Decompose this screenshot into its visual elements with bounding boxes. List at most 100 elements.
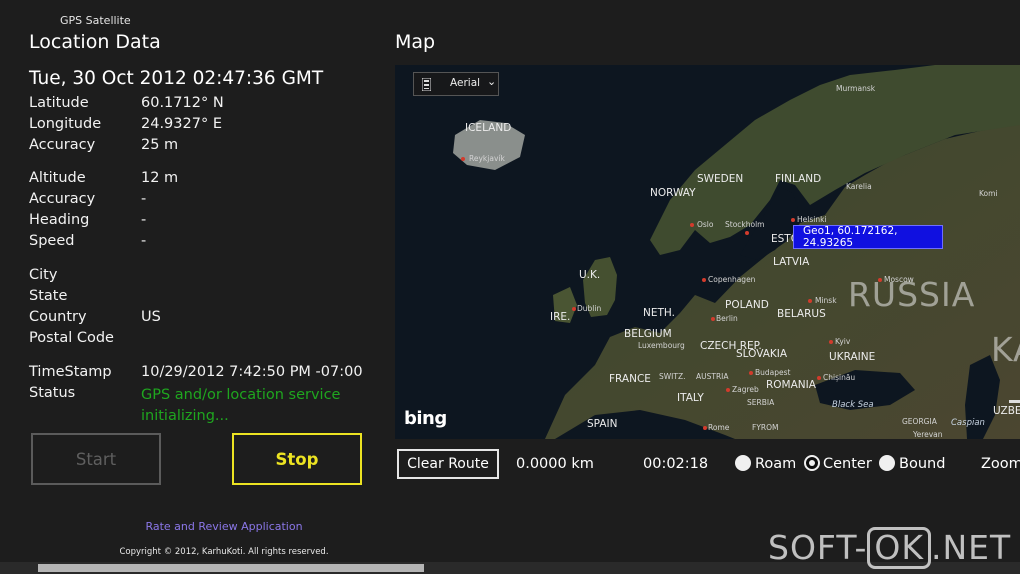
current-datetime: Tue, 30 Oct 2012 02:47:36 GMT: [29, 68, 324, 89]
map-label-ka: KA: [991, 330, 1020, 369]
map-label-belgium: BELGIUM: [624, 328, 672, 340]
copyright-text: Copyright © 2012, KarhuKoti. All rights …: [119, 547, 329, 557]
field-altitude: Altitude 12 m: [29, 170, 369, 191]
field-label: Country: [29, 309, 87, 325]
map-label-copenhagen: Copenhagen: [708, 275, 756, 284]
map-title: Map: [395, 31, 436, 53]
field-timestamp: TimeStamp 10/29/2012 7:42:50 PM -07:00: [29, 364, 369, 385]
city-marker: [749, 371, 753, 375]
field-value: US: [141, 309, 161, 325]
field-state: State: [29, 288, 369, 309]
field-value: 60.1712° N: [141, 95, 224, 111]
map-label-yerevan: Yerevan: [913, 430, 943, 439]
watermark-part: .NET: [930, 528, 1012, 567]
map-label-black-sea: Black Sea: [832, 400, 874, 410]
map-label-oslo: Oslo: [697, 220, 714, 229]
city-marker: [703, 426, 707, 430]
map-label-minsk: Minsk: [815, 296, 837, 305]
map-label-poland: POLAND: [725, 299, 769, 311]
city-marker: [726, 388, 730, 392]
map-view[interactable]: Aerial ⌄ ICELAND Reykjavík NORWAY SWEDEN…: [395, 65, 1020, 439]
watermark-part: SOFT-: [768, 528, 868, 567]
city-marker: [690, 223, 694, 227]
field-value: 24.9327° E: [141, 116, 222, 132]
map-label-budapest: Budapest: [755, 368, 791, 377]
center-label[interactable]: Center: [823, 456, 872, 472]
field-city: City: [29, 267, 369, 288]
map-label-spain: SPAIN: [587, 418, 618, 430]
map-label-norway: NORWAY: [650, 187, 696, 199]
field-altitude-accuracy: Accuracy -: [29, 191, 369, 212]
map-label-fyrom: FYROM: [752, 423, 779, 432]
field-postal-code: Postal Code: [29, 330, 369, 351]
map-label-switz: SWITZ.: [659, 372, 686, 381]
map-label-ukraine: UKRAINE: [829, 351, 876, 363]
watermark: SOFT- OK .NET: [768, 527, 1011, 569]
field-speed: Speed -: [29, 233, 369, 254]
map-label-caspian: Caspian: [951, 418, 985, 428]
map-label-france: FRANCE: [609, 373, 651, 385]
field-value: -: [141, 212, 147, 228]
field-label: Longitude: [29, 116, 102, 132]
map-label-austria: AUSTRIA: [696, 372, 729, 381]
start-button[interactable]: Start: [31, 433, 161, 485]
map-label-uzbe: UZBE: [993, 405, 1020, 417]
map-label-serbia: SERBIA: [747, 398, 775, 407]
route-distance: 0.0000 km: [516, 456, 594, 472]
map-scroll-indicator: [1009, 400, 1020, 403]
field-accuracy: Accuracy 25 m: [29, 137, 369, 158]
city-marker: [829, 340, 833, 344]
map-label-belarus: BELARUS: [777, 308, 826, 320]
field-label: Accuracy: [29, 191, 96, 207]
map-label-russia: RUSSIA: [848, 275, 976, 314]
field-value: 25 m: [141, 137, 179, 153]
app-name: GPS Satellite: [60, 14, 131, 27]
elapsed-time: 00:02:18: [643, 456, 709, 472]
map-navigation-icon[interactable]: [422, 78, 431, 91]
map-label-romania: ROMANIA: [766, 379, 816, 391]
scrollbar-thumb[interactable]: [38, 564, 424, 572]
map-label-stockholm: Stockholm: [725, 220, 765, 229]
map-label-finland: FINLAND: [775, 173, 822, 185]
field-label: Latitude: [29, 95, 89, 111]
location-pushpin-label[interactable]: Geo1, 60.172162, 24.93265: [793, 225, 943, 249]
map-label-murmansk: Murmansk: [836, 84, 876, 93]
field-value: -: [141, 233, 147, 249]
field-value: -: [141, 191, 147, 207]
map-label-zagreb: Zagreb: [732, 385, 759, 394]
map-label-dublin: Dublin: [577, 304, 602, 313]
stop-button[interactable]: Stop: [232, 433, 362, 485]
map-label-slovakia: SLOVAKIA: [736, 348, 788, 360]
roam-label[interactable]: Roam: [755, 456, 796, 472]
map-label-komi: Komi: [979, 189, 998, 198]
field-value: 12 m: [141, 170, 179, 186]
center-radio[interactable]: [804, 455, 820, 471]
field-country: Country US: [29, 309, 369, 330]
map-label-kyiv: Kyiv: [835, 337, 851, 346]
field-label: Speed: [29, 233, 75, 249]
field-heading: Heading -: [29, 212, 369, 233]
map-style-label[interactable]: Aerial: [450, 77, 480, 89]
map-label-chisinau: Chișinău: [823, 373, 856, 382]
field-label: Accuracy: [29, 137, 96, 153]
roam-radio[interactable]: [735, 455, 751, 471]
map-label-latvia: LATVIA: [773, 256, 810, 268]
city-marker: [461, 157, 465, 161]
map-label-rome: Rome: [708, 423, 730, 432]
chevron-down-icon[interactable]: ⌄: [487, 75, 496, 88]
map-label-neth: NETH.: [643, 307, 675, 319]
map-label-sweden: SWEDEN: [697, 173, 744, 185]
clear-route-button[interactable]: Clear Route: [397, 449, 499, 479]
field-longitude: Longitude 24.9327° E: [29, 116, 369, 137]
zoom-label: Zoom: [981, 456, 1020, 472]
rate-review-link[interactable]: Rate and Review Application: [0, 520, 448, 533]
bound-radio[interactable]: [879, 455, 895, 471]
city-marker: [808, 299, 812, 303]
field-label: Status: [29, 385, 76, 401]
bound-label[interactable]: Bound: [899, 456, 945, 472]
field-label: State: [29, 288, 68, 304]
map-style-toolbar[interactable]: Aerial ⌄: [413, 72, 499, 96]
map-label-italy: ITALY: [677, 392, 704, 404]
map-label-iceland: ICELAND: [465, 122, 512, 134]
map-label-helsinki: Helsinki: [797, 215, 827, 224]
